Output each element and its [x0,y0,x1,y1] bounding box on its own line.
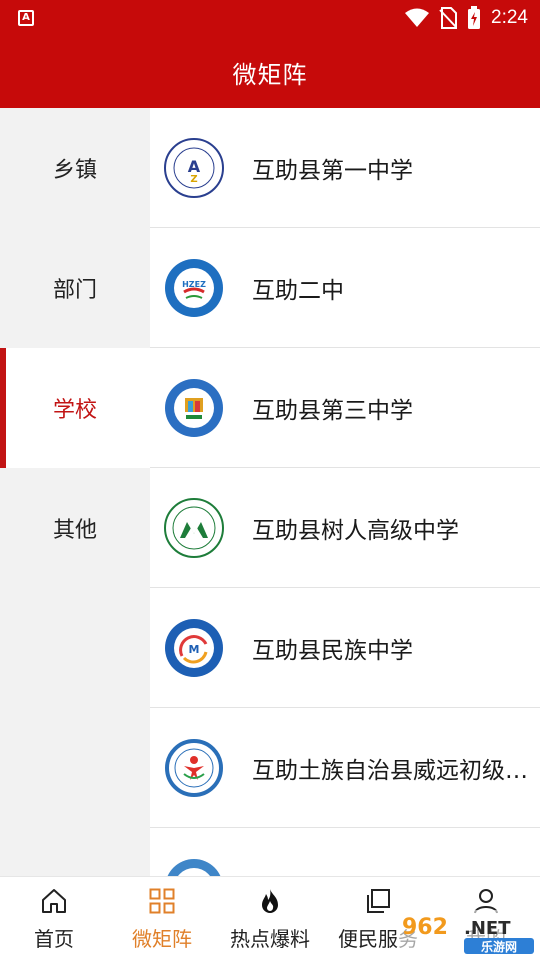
list-item[interactable]: A Z 互助县第一中学 [150,108,540,228]
list-item[interactable]: 互助县第三中学 [150,348,540,468]
list-item-label: 互助县第三中学 [252,398,413,424]
tab-hot-news[interactable]: 热点爆料 [216,877,324,960]
watermark-number: 962 [402,915,448,940]
list-item-label: 互助土族自治县威远初级中学 [252,758,534,784]
page-title: 微矩阵 [232,60,308,89]
notification-icon: A [18,10,34,26]
flame-icon [262,889,278,913]
school-list: A Z 互助县第一中学 HZEZ 互助二中 互助县第三中学 互助县树人高级中学 … [150,108,540,876]
watermark-logo-icon: 962 .NET 乐游网 [398,910,536,956]
no-sim-icon [439,7,458,29]
list-item[interactable]: 互助县树人高级中学 [150,468,540,588]
home-icon [42,889,66,913]
wifi-icon [405,8,430,27]
list-item[interactable]: 互助土族自治县威远初级中学 [150,708,540,828]
list-item-label: 互助县第一中学 [252,158,413,184]
list-item[interactable] [150,828,540,876]
screen: A 2:24 微矩阵 乡镇 部门 学校 其他 A Z 互助县第一中学 HZEZ … [0,0,540,960]
copy-icon [367,889,390,913]
sidebar-item-others[interactable]: 其他 [0,468,150,588]
watermark-site: 乐游网 [481,939,517,954]
sidebar-item-towns[interactable]: 乡镇 [0,108,150,228]
sidebar-item-departments[interactable]: 部门 [0,228,150,348]
list-item[interactable]: HZEZ 互助二中 [150,228,540,348]
school-logo-icon [164,498,224,558]
site-watermark: 962 .NET 乐游网 [398,910,536,956]
school-logo-icon: M [165,619,223,677]
status-icons: 2:24 [405,6,528,30]
svg-text:Z: Z [190,174,197,185]
list-item-label: 互助二中 [252,278,344,304]
clock: 2:24 [491,7,528,28]
tab-home[interactable]: 首页 [0,877,108,960]
school-logo-icon: A Z [164,138,224,198]
school-logo-icon [167,859,221,876]
status-bar: A 2:24 [0,0,540,36]
sidebar-item-schools[interactable]: 学校 [0,348,150,468]
tab-matrix[interactable]: 微矩阵 [108,877,216,960]
list-item-label: 互助县树人高级中学 [252,518,459,544]
watermark-suffix: .NET [464,918,511,939]
school-logo-icon: HZEZ [165,259,223,317]
list-item-label: 互助县民族中学 [252,638,413,664]
battery-icon [468,6,481,29]
tab-label: 首页 [34,927,74,951]
app-header: 微矩阵 [0,36,540,108]
tab-label: 热点爆料 [230,927,310,951]
school-logo-icon [165,739,223,797]
svg-text:M: M [189,643,200,656]
grid-icon [149,888,175,914]
category-sidebar: 乡镇 部门 学校 其他 [0,108,150,876]
school-logo-icon [165,379,223,437]
list-item[interactable]: M 互助县民族中学 [150,588,540,708]
tab-label: 微矩阵 [132,927,192,951]
list-item-label [252,828,534,876]
